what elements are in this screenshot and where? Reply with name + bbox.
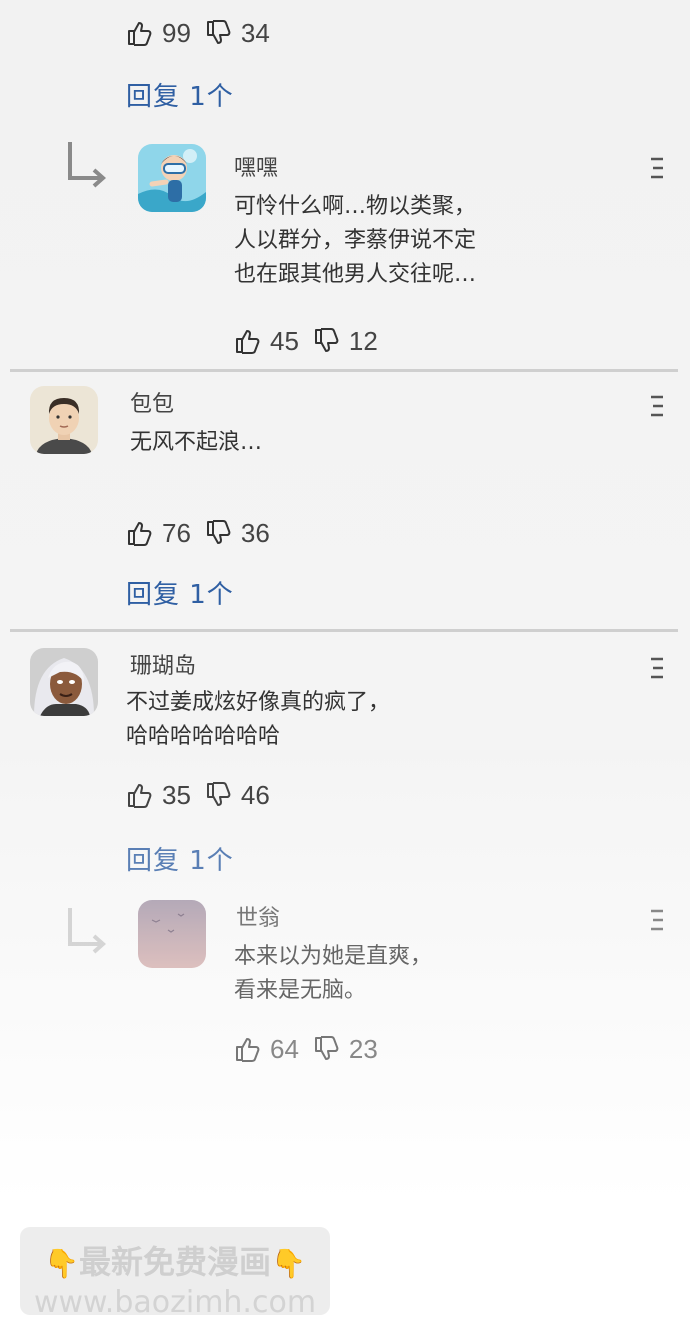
avatar[interactable] [30, 386, 98, 454]
vote-row: 64 23 [234, 1032, 392, 1066]
commenter-name[interactable]: 嘿嘿 [234, 150, 278, 182]
thumbs-down-icon[interactable] [313, 327, 341, 355]
comment-text: 无风不起浪… [130, 430, 263, 455]
reply-count-link[interactable]: 回复 1个 [126, 574, 234, 611]
avatar[interactable] [138, 900, 206, 968]
dislike-count: 36 [240, 517, 270, 548]
dislike-count: 23 [348, 1033, 378, 1064]
comment-text: 本来以为她是直爽， 看来是无脑。 [234, 944, 433, 1003]
thumbs-down-icon[interactable] [205, 519, 233, 547]
thumbs-up-icon[interactable] [126, 19, 154, 47]
vote-row: 99 34 [126, 16, 284, 50]
watermark-title: 最新免费漫画 [78, 1243, 271, 1281]
vote-row: 45 12 [234, 324, 392, 358]
more-menu-icon[interactable] [650, 656, 664, 680]
like-count: 35 [162, 779, 191, 810]
comment-text: 可怜什么啊…物以类聚， 人以群分，李蔡伊说不定 也在跟其他男人交往呢… [234, 194, 477, 287]
dislike-count: 12 [348, 325, 378, 356]
vote-row: 76 36 [126, 516, 284, 550]
watermark-title-line: 👇最新免费漫画👇 [20, 1237, 330, 1283]
vote-row: 35 46 [126, 778, 284, 812]
avatar[interactable] [138, 144, 206, 212]
thumbs-down-icon[interactable] [205, 781, 233, 809]
thumbs-up-icon[interactable] [234, 327, 262, 355]
like-count: 99 [162, 17, 191, 48]
commenter-name[interactable]: 世翁 [236, 900, 280, 932]
thumbs-down-icon[interactable] [205, 19, 233, 47]
reply-arrow-icon [64, 906, 108, 954]
like-count: 45 [270, 325, 299, 356]
more-menu-icon[interactable] [650, 156, 664, 180]
watermark-banner[interactable]: 👇最新免费漫画👇 www.baozimh.com [20, 1227, 330, 1320]
like-count: 64 [270, 1033, 299, 1064]
commenter-name[interactable]: 包包 [130, 386, 174, 418]
reply-count-link[interactable]: 回复 1个 [126, 840, 234, 877]
comment-divider [10, 629, 678, 632]
watermark-url: www.baozimh.com [33, 1285, 317, 1320]
pointing-down-icon: 👇 [44, 1247, 79, 1280]
more-menu-icon[interactable] [650, 394, 664, 418]
dislike-count: 34 [240, 17, 270, 48]
reply-arrow-icon [64, 140, 108, 188]
dislike-count: 46 [240, 779, 270, 810]
thumbs-up-icon[interactable] [234, 1035, 262, 1063]
comment-divider [10, 369, 678, 372]
reply-count-link[interactable]: 回复 1个 [126, 76, 234, 113]
pointing-down-icon: 👇 [271, 1247, 306, 1280]
thumbs-down-icon[interactable] [313, 1035, 341, 1063]
more-menu-icon[interactable] [650, 908, 664, 932]
like-count: 76 [162, 517, 191, 548]
avatar[interactable] [30, 648, 98, 716]
thumbs-up-icon[interactable] [126, 781, 154, 809]
thumbs-up-icon[interactable] [126, 519, 154, 547]
commenter-name[interactable]: 珊瑚岛 [130, 648, 196, 680]
comment-text: 不过姜成炫好像真的疯了， 哈哈哈哈哈哈哈 [126, 690, 391, 749]
